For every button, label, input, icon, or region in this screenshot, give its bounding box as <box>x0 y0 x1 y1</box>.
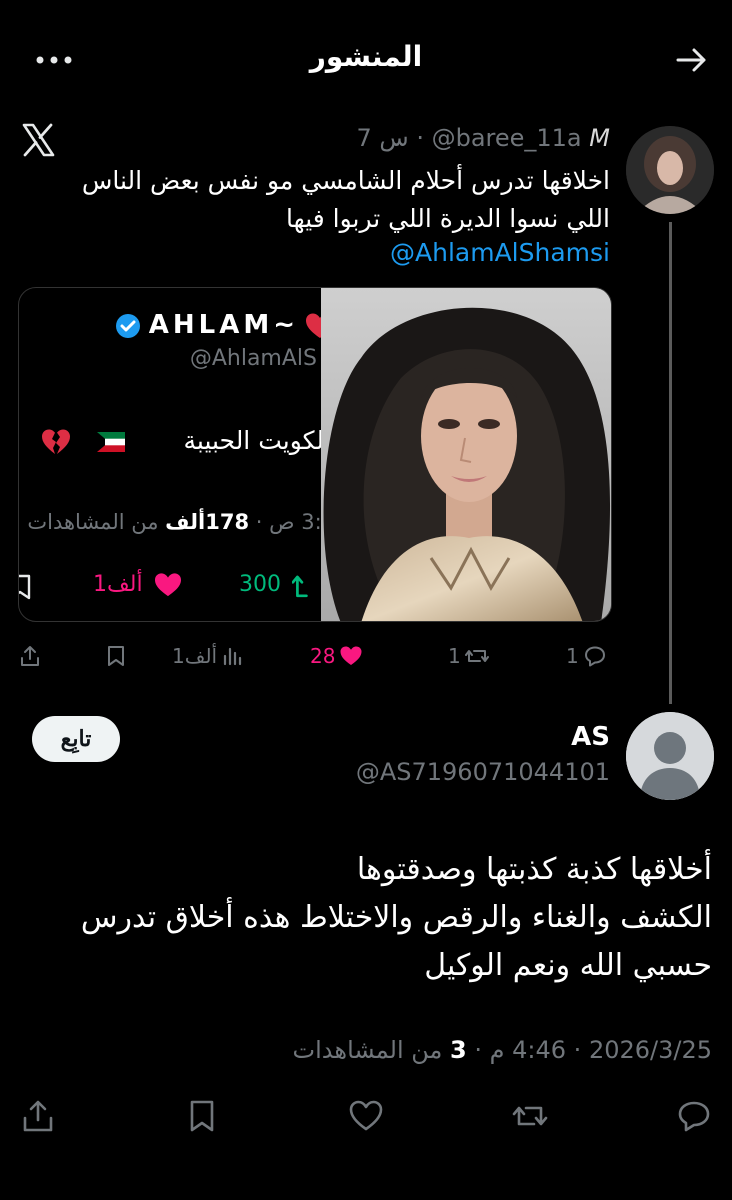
avatar[interactable] <box>626 712 714 800</box>
bookmark-icon <box>19 574 33 600</box>
retweet-count: 1 <box>448 644 461 668</box>
views-icon <box>223 647 242 666</box>
reply-button[interactable] <box>676 1098 712 1134</box>
mention-link[interactable]: @AhlamAlShamsi <box>390 238 610 267</box>
retweet-icon <box>512 1106 548 1126</box>
display-name[interactable]: M <box>589 124 610 152</box>
share-button[interactable] <box>18 640 42 672</box>
views-label: من المشاهدات <box>292 1036 443 1064</box>
tweet-text-line: الكشف والغناء والرقص والاختلاط هذه أخلاق… <box>80 900 712 935</box>
bookmark-icon <box>108 646 124 666</box>
like-button[interactable]: 28 <box>310 640 363 672</box>
share-button[interactable] <box>20 1098 56 1134</box>
views-count: 1ألف <box>172 644 218 668</box>
embedded-screenshot: AHLAM~ @AhlamAlS الكويت الحبيبة 3:3 ص · … <box>19 288 321 621</box>
avatar[interactable] <box>626 126 714 214</box>
heart-icon <box>340 646 362 665</box>
embed-retweets-count: 300 <box>239 572 281 597</box>
embed-views-time: 3:3 ص <box>269 510 321 534</box>
embed-name: AHLAM~ <box>148 310 299 340</box>
views-count: 3 <box>450 1036 467 1064</box>
time-label: 7 س <box>356 124 409 152</box>
embed-likes-count: 1ألف <box>93 572 143 597</box>
tweet-meta: 7 س · @baree_11a M <box>356 124 610 152</box>
heart-icon <box>154 572 182 598</box>
broken-heart-icon <box>41 428 71 456</box>
tweet-text: أخلاقها كذبة كذبتها وصدقتوها الكشف والغن… <box>22 846 712 990</box>
tweet-meta: 2026/3/25 · 4:46 م · 3 من المشاهدات <box>292 1036 712 1064</box>
tweet-text-line: حسبي الله ونعم الوكيل <box>424 948 712 983</box>
more-icon <box>36 56 72 64</box>
reply-icon <box>584 646 605 667</box>
retweet-button[interactable]: 1 <box>448 640 489 672</box>
retweet-icon <box>292 572 310 598</box>
embedded-image[interactable]: AHLAM~ @AhlamAlS الكويت الحبيبة 3:3 ص · … <box>18 287 612 622</box>
embed-views: 3:3 ص · 178ألف من المشاهدات <box>27 510 321 534</box>
more-button[interactable] <box>34 48 74 72</box>
embed-likes: 1ألف <box>93 572 182 598</box>
follow-button[interactable]: تابِع <box>32 716 120 762</box>
bookmark-button[interactable] <box>184 1098 220 1134</box>
embed-handle: @AhlamAlS <box>189 346 317 371</box>
bookmark-button[interactable] <box>104 640 128 672</box>
heart-icon <box>305 312 321 340</box>
like-button[interactable] <box>348 1098 384 1134</box>
retweet-icon <box>464 650 489 662</box>
tweet-actions: 1ألف 28 1 1 <box>18 640 614 672</box>
embed-views-count: 178ألف <box>165 510 250 534</box>
tweet-actions <box>18 1098 718 1138</box>
handle[interactable]: @baree_11a <box>432 124 582 152</box>
handle[interactable]: @AS7196071044101 <box>356 758 610 786</box>
kuwait-flag-icon <box>97 432 125 452</box>
retweet-button[interactable] <box>512 1098 548 1134</box>
page-title: المنشور <box>309 40 423 73</box>
tweet-text: اخلاقها تدرس أحلام الشامسي مو نفس بعض ال… <box>81 166 610 233</box>
display-name[interactable]: AS <box>571 722 610 752</box>
embed-text: الكويت الحبيبة <box>183 426 321 455</box>
share-icon <box>23 1100 53 1132</box>
embed-views-label: من المشاهدات <box>27 510 159 534</box>
heart-icon <box>349 1100 383 1131</box>
embed-name-row: AHLAM~ <box>115 310 321 340</box>
header: المنشور <box>0 0 732 118</box>
thread-line <box>669 222 672 704</box>
views-button[interactable]: 1ألف <box>172 640 245 672</box>
reply-count: 1 <box>566 644 579 668</box>
share-icon <box>21 646 39 666</box>
like-count: 28 <box>310 644 336 668</box>
tweet-time: 4:46 م <box>489 1036 567 1064</box>
x-logo-icon <box>20 122 56 158</box>
portrait-photo <box>321 288 611 621</box>
reply-button[interactable]: 1 <box>566 640 607 672</box>
tweet-text-line: أخلاقها كذبة كذبتها وصدقتوها <box>356 852 712 887</box>
tweet-date: 2026/3/25 <box>588 1036 712 1064</box>
reply-icon <box>678 1101 710 1132</box>
bookmark-icon <box>190 1100 214 1132</box>
embed-retweets: 300 <box>239 572 310 598</box>
verified-icon <box>115 313 141 339</box>
embed-actions: 1ألف 300 <box>19 568 321 608</box>
